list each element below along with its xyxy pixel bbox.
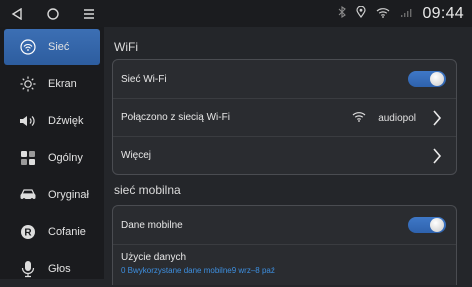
connected-label: Połączono z siecią Wi-Fi: [121, 112, 230, 123]
sidebar-item-voice[interactable]: Głos: [0, 250, 104, 287]
wifi-more-row[interactable]: Więcej: [113, 136, 456, 174]
wifi-signal-icon: [376, 5, 390, 23]
wifi-card: Sieć Wi-Fi Połączono z siecią Wi-Fi audi…: [112, 59, 457, 175]
brightness-icon: [18, 74, 38, 94]
mobile-data-toggle[interactable]: [408, 217, 446, 233]
sidebar-item-network[interactable]: Sieć: [4, 29, 100, 65]
home-icon[interactable]: [42, 3, 64, 25]
settings-sidebar: Sieć Ekran Dźwięk Ogólny Oryginał R Cofa…: [0, 27, 104, 279]
settings-content: WiFi Sieć Wi-Fi Połączono z siecią Wi-Fi…: [104, 27, 472, 285]
clock: 09:44: [422, 4, 464, 22]
wifi-label: Sieć Wi-Fi: [121, 73, 167, 85]
wifi-connected-row[interactable]: Połączono z siecią Wi-Fi audiopol: [113, 98, 456, 136]
data-usage-row[interactable]: Użycie danych 0 Bwykorzystane dane mobil…: [113, 244, 456, 282]
location-icon: [356, 5, 367, 23]
section-title-wifi: WiFi: [114, 40, 138, 54]
speaker-icon: [18, 111, 38, 131]
wifi-icon: [18, 37, 38, 57]
sidebar-item-label: Oryginał: [48, 188, 89, 201]
chevron-right-icon[interactable]: [432, 110, 442, 126]
cellular-signal-icon: [400, 5, 412, 23]
sidebar-item-label: Ogólny: [48, 151, 83, 164]
sidebar-item-label: Cofanie: [48, 225, 86, 238]
back-icon[interactable]: [6, 3, 28, 25]
wifi-toggle-row[interactable]: Sieć Wi-Fi: [113, 60, 456, 98]
data-usage-label: Użycie danych: [121, 252, 187, 263]
microphone-icon: [18, 259, 38, 279]
reverse-icon: R: [18, 222, 38, 242]
sidebar-item-label: Głos: [48, 262, 71, 275]
mobile-data-label: Dane mobilne: [121, 219, 183, 231]
wifi-strength-icon: [352, 111, 366, 125]
chevron-right-icon[interactable]: [432, 148, 442, 164]
more-label: Więcej: [121, 150, 152, 161]
sidebar-item-reverse[interactable]: R Cofanie: [0, 213, 104, 250]
car-icon: [18, 185, 38, 205]
sidebar-item-original[interactable]: Oryginał: [0, 176, 104, 213]
section-title-mobile: sieć mobilna: [114, 183, 181, 197]
menu-icon[interactable]: [78, 3, 100, 25]
data-usage-detail: 0 Bwykorzystane dane mobilne9 wrz–8 paź: [121, 266, 275, 275]
sidebar-item-display[interactable]: Ekran: [0, 65, 104, 102]
wifi-toggle[interactable]: [408, 71, 446, 87]
connected-network-name: audiopol: [378, 112, 416, 124]
status-bar: 09:44: [0, 0, 472, 27]
svg-text:R: R: [24, 227, 32, 238]
bluetooth-icon: [338, 5, 347, 23]
sidebar-item-general[interactable]: Ogólny: [0, 139, 104, 176]
mobile-data-row[interactable]: Dane mobilne: [113, 206, 456, 244]
sidebar-item-sound[interactable]: Dźwięk: [0, 102, 104, 139]
mobile-card: Dane mobilne Użycie danych 0 Bwykorzysta…: [112, 205, 457, 285]
sidebar-item-label: Dźwięk: [48, 114, 84, 127]
grid-icon: [18, 148, 38, 168]
sidebar-item-label: Sieć: [48, 41, 70, 53]
sidebar-item-label: Ekran: [48, 77, 77, 90]
